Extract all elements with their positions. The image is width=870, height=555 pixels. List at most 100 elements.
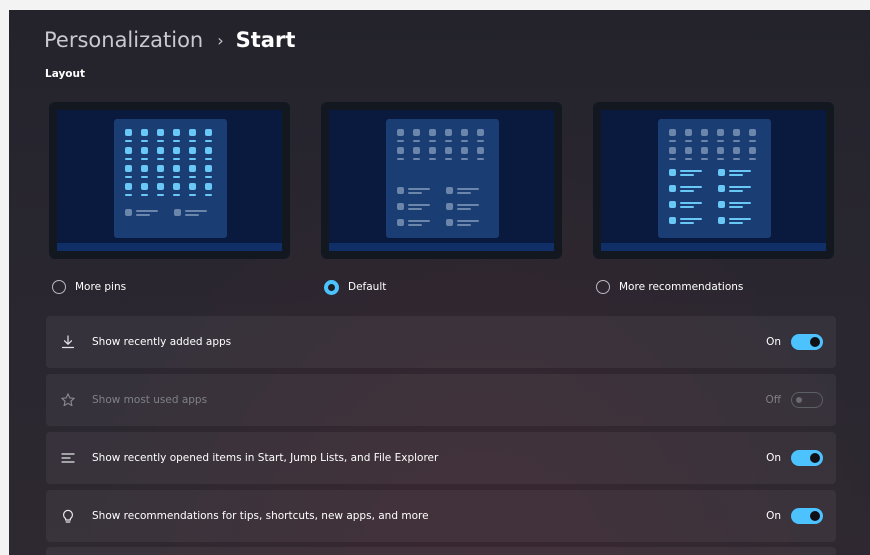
- pinned-caption: [157, 194, 164, 196]
- toggle-recently-opened[interactable]: On: [766, 450, 823, 466]
- pinned-caption: [397, 140, 404, 142]
- radio-more-pins[interactable]: More pins: [52, 278, 126, 296]
- start-menu-preview: [386, 119, 499, 238]
- settings-window: Personalization › Start Layout More pins…: [9, 10, 870, 555]
- radio-selected-icon[interactable]: [324, 279, 339, 295]
- pinned-tile: [141, 165, 148, 172]
- recommended-line: [680, 174, 694, 176]
- pinned-caption: [173, 176, 180, 178]
- pinned-caption: [669, 158, 676, 160]
- toggle-switch[interactable]: [791, 392, 823, 408]
- recommended-line: [729, 218, 751, 220]
- recommended-line: [408, 220, 430, 222]
- recommended-tile: [718, 201, 725, 208]
- pinned-tile: [701, 129, 708, 136]
- setting-row-recently-opened: Show recently opened items in Start, Jum…: [46, 432, 836, 484]
- pinned-tile: [157, 165, 164, 172]
- pinned-caption: [141, 176, 148, 178]
- pinned-caption: [205, 158, 212, 160]
- recommended-line: [729, 202, 751, 204]
- radio-label: More pins: [75, 281, 127, 293]
- pinned-tile: [205, 165, 212, 172]
- recommended-line: [185, 214, 199, 216]
- taskbar-preview: [57, 243, 282, 251]
- toggle-recently-added[interactable]: On: [766, 334, 823, 350]
- recommended-tile: [446, 187, 453, 194]
- pinned-tile: [733, 147, 740, 154]
- layout-preview-more-pins[interactable]: [49, 102, 290, 259]
- layout-preview-more-recommendations[interactable]: [593, 102, 834, 259]
- pinned-caption: [733, 158, 740, 160]
- recommended-line: [729, 222, 743, 224]
- toggle-switch[interactable]: [791, 450, 823, 466]
- setting-label: Show recently added apps: [92, 336, 232, 348]
- pinned-tile: [157, 147, 164, 154]
- section-title: Layout: [45, 68, 86, 80]
- pinned-caption: [141, 140, 148, 142]
- pinned-tile: [173, 165, 180, 172]
- recommended-line: [408, 224, 422, 226]
- preview-screen: [57, 110, 282, 251]
- start-menu-preview: [658, 119, 771, 238]
- recommended-line: [680, 206, 694, 208]
- recommended-line: [680, 190, 694, 192]
- recommended-line: [136, 210, 158, 212]
- recommended-tile: [669, 169, 676, 176]
- radio-more-recommendations[interactable]: More recommendations: [596, 278, 743, 296]
- layout-preview-default[interactable]: [321, 102, 562, 259]
- start-menu-preview: [114, 119, 227, 238]
- radio-circle-icon[interactable]: [596, 280, 610, 294]
- pinned-caption: [685, 158, 692, 160]
- pinned-caption: [461, 158, 468, 160]
- pinned-caption: [125, 140, 132, 142]
- radio-label: Default: [348, 281, 387, 293]
- pinned-tile: [141, 147, 148, 154]
- recommended-line: [729, 170, 751, 172]
- pinned-tile: [717, 129, 724, 136]
- pinned-caption: [189, 194, 196, 196]
- lines-icon: [59, 449, 77, 467]
- pinned-tile: [397, 129, 404, 136]
- pinned-caption: [733, 140, 740, 142]
- pinned-tile: [189, 165, 196, 172]
- pinned-tile: [429, 147, 436, 154]
- pinned-tile: [189, 129, 196, 136]
- recommended-tile: [718, 169, 725, 176]
- pinned-tile: [413, 129, 420, 136]
- toggle-most-used[interactable]: Off: [766, 392, 823, 408]
- toggle-switch[interactable]: [791, 508, 823, 524]
- pinned-tile: [125, 129, 132, 136]
- setting-row-recently-added: Show recently added apps On: [46, 316, 836, 368]
- recommended-line: [680, 202, 702, 204]
- pinned-tile: [125, 165, 132, 172]
- radio-circle-icon[interactable]: [52, 280, 66, 294]
- pinned-tile: [189, 183, 196, 190]
- pinned-tile: [173, 147, 180, 154]
- recommended-line: [680, 170, 702, 172]
- pinned-caption: [125, 176, 132, 178]
- recommended-line: [457, 188, 479, 190]
- setting-row-partial: [46, 547, 836, 555]
- radio-default[interactable]: Default: [324, 278, 386, 296]
- setting-label: Show recommendations for tips, shortcuts…: [92, 510, 429, 522]
- pinned-caption: [141, 194, 148, 196]
- pinned-caption: [189, 176, 196, 178]
- pinned-tile: [477, 129, 484, 136]
- toggle-state: On: [766, 336, 781, 348]
- pinned-caption: [157, 140, 164, 142]
- pinned-tile: [445, 129, 452, 136]
- pinned-tile: [749, 129, 756, 136]
- lightbulb-icon: [59, 507, 77, 525]
- toggle-recommendations[interactable]: On: [766, 508, 823, 524]
- toggle-knob: [810, 511, 820, 521]
- breadcrumb-parent[interactable]: Personalization: [44, 28, 203, 52]
- recommended-line: [457, 208, 471, 210]
- pinned-tile: [157, 129, 164, 136]
- pinned-caption: [157, 176, 164, 178]
- pinned-caption: [461, 140, 468, 142]
- toggle-switch[interactable]: [791, 334, 823, 350]
- pinned-tile: [669, 147, 676, 154]
- pinned-tile: [205, 129, 212, 136]
- recommended-line: [729, 174, 743, 176]
- setting-label: Show recently opened items in Start, Jum…: [92, 452, 439, 464]
